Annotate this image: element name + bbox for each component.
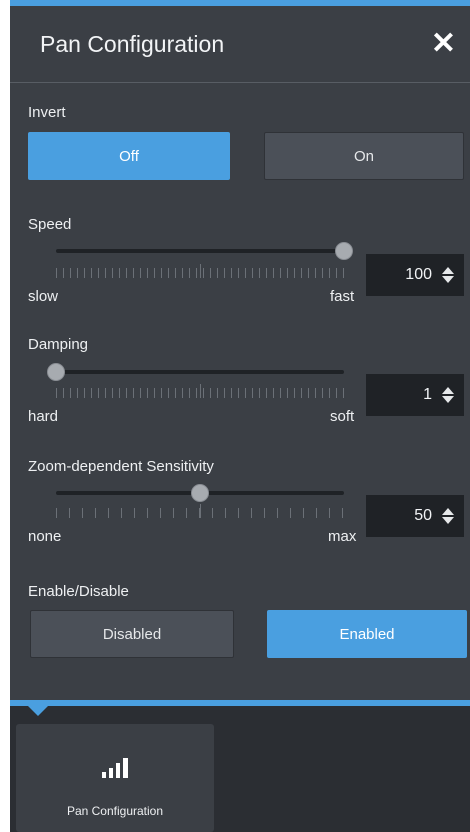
speed-slider-thumb[interactable]: [335, 242, 353, 260]
active-panel-caret-icon: [28, 706, 48, 716]
damping-increment-icon[interactable]: [442, 387, 454, 394]
speed-ticks: [56, 268, 346, 278]
zoom-sensitivity-ticks: [56, 508, 346, 518]
enabled-button[interactable]: Enabled: [267, 610, 467, 658]
dock-tile-pan-configuration[interactable]: Pan Configuration: [16, 724, 214, 832]
close-icon[interactable]: ✕: [431, 29, 456, 59]
damping-stepper-arrows: [442, 387, 454, 403]
enable-disable-label: Enable/Disable: [28, 583, 129, 600]
zoom-sensitivity-slider-thumb[interactable]: [191, 484, 209, 502]
dock-divider: [10, 700, 470, 706]
damping-slider-track[interactable]: [56, 370, 344, 374]
damping-slider-thumb[interactable]: [47, 363, 65, 381]
speed-label: Speed: [28, 216, 72, 233]
speed-min-label: slow: [28, 288, 59, 305]
invert-label: Invert: [28, 104, 66, 121]
zoom-sensitivity-increment-icon[interactable]: [442, 508, 454, 515]
dock-tile-label: Pan Configuration: [66, 804, 164, 818]
damping-value: 1: [423, 386, 432, 403]
damping-stepper[interactable]: 1: [366, 374, 464, 416]
speed-decrement-icon[interactable]: [442, 276, 454, 283]
pan-configuration-panel: Pan Configuration ✕ Invert Off On Speed …: [10, 0, 470, 700]
damping-max-label: soft: [330, 408, 355, 425]
invert-on-button[interactable]: On: [264, 132, 464, 180]
disabled-button[interactable]: Disabled: [30, 610, 234, 658]
zoom-sensitivity-value: 50: [414, 507, 432, 524]
damping-label: Damping: [28, 336, 89, 353]
zoom-sensitivity-stepper[interactable]: 50: [366, 495, 464, 537]
window-edge: [0, 0, 10, 832]
damping-min-label: hard: [28, 408, 59, 425]
speed-stepper[interactable]: 100: [366, 254, 464, 296]
zoom-sensitivity-tick-center: [200, 504, 201, 518]
zoom-sensitivity-decrement-icon[interactable]: [442, 517, 454, 524]
signal-bars-icon: [102, 758, 128, 778]
speed-value: 100: [405, 266, 432, 283]
damping-ticks: [56, 388, 346, 398]
speed-max-label: fast: [330, 288, 355, 305]
zoom-sensitivity-min-label: none: [28, 528, 62, 545]
panel-title: Pan Configuration: [40, 30, 225, 57]
damping-tick-center: [200, 384, 201, 398]
panel-header: Pan Configuration ✕: [10, 6, 470, 83]
zoom-sensitivity-stepper-arrows: [442, 508, 454, 524]
speed-stepper-arrows: [442, 267, 454, 283]
speed-increment-icon[interactable]: [442, 267, 454, 274]
zoom-sensitivity-label: Zoom-dependent Sensitivity: [28, 458, 214, 475]
zoom-sensitivity-max-label: max: [328, 528, 357, 545]
damping-decrement-icon[interactable]: [442, 396, 454, 403]
speed-tick-center: [200, 264, 201, 278]
speed-slider-track[interactable]: [56, 249, 344, 253]
invert-off-button[interactable]: Off: [28, 132, 230, 180]
